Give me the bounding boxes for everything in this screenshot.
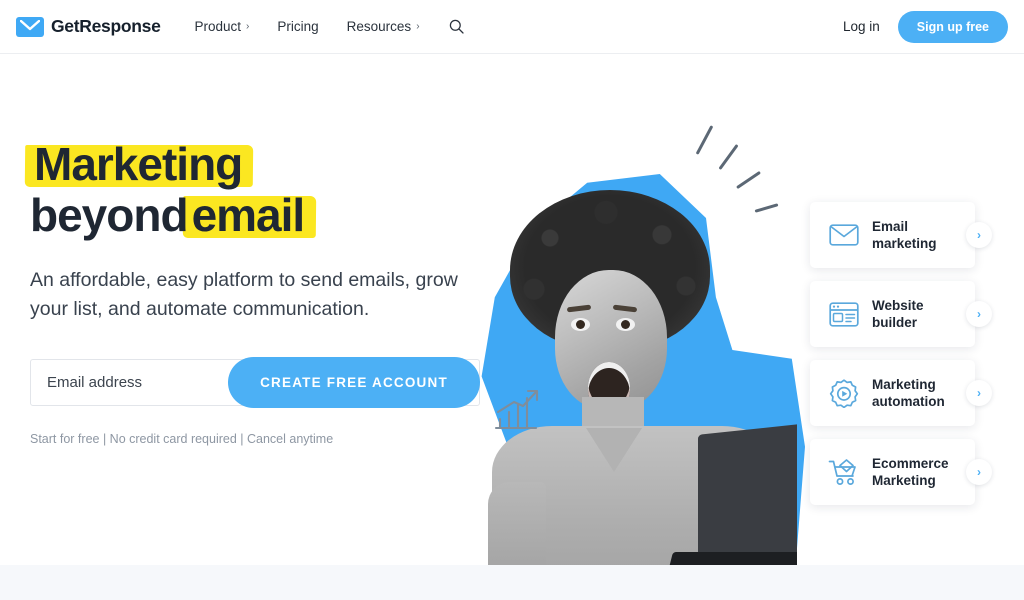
nav-label: Resources xyxy=(346,19,412,34)
feature-card-marketing-automation[interactable]: Marketing automation › xyxy=(810,360,992,426)
site-header: GetResponse Product › Pricing Resources … xyxy=(0,0,1024,54)
chevron-right-icon: › xyxy=(246,20,250,32)
nav-label: Product xyxy=(194,19,242,34)
feature-card-label: Ecommerce Marketing xyxy=(872,456,949,488)
chevron-right-icon[interactable]: › xyxy=(966,222,992,248)
landing-page: GetResponse Product › Pricing Resources … xyxy=(0,0,1024,600)
chevron-right-icon[interactable]: › xyxy=(966,301,992,327)
nav-item-product[interactable]: Product › xyxy=(181,13,264,40)
hero-subheadline: An affordable, easy platform to send ema… xyxy=(30,269,458,321)
speed-line-1 xyxy=(695,125,714,155)
headline-line-2: beyondemail xyxy=(30,188,500,241)
search-icon[interactable] xyxy=(442,12,472,42)
signup-fineprint: Start for free | No credit card required… xyxy=(30,431,334,446)
shopping-cart-icon xyxy=(827,455,861,489)
feature-card-label: Email marketing xyxy=(872,219,937,251)
speed-line-2 xyxy=(718,143,739,171)
feature-card-ecommerce-marketing[interactable]: Ecommerce Marketing › xyxy=(810,439,992,505)
hero-section: Marketing beyondemail An affordable, eas… xyxy=(0,54,1024,565)
feature-card-website-builder[interactable]: Website builder › xyxy=(810,281,992,347)
laptop-base xyxy=(663,552,797,565)
next-section-band xyxy=(0,565,1024,600)
feature-card-email-marketing[interactable]: Email marketing › xyxy=(810,202,992,268)
envelope-outline-icon xyxy=(827,218,861,252)
login-link[interactable]: Log in xyxy=(843,19,880,34)
header-actions: Log in Sign up free xyxy=(843,10,1008,43)
feature-card-label: Marketing automation xyxy=(872,377,945,409)
laptop-screen xyxy=(698,421,797,565)
bar-chart-growth-icon xyxy=(490,386,544,434)
logo-link[interactable]: GetResponse xyxy=(16,16,161,37)
headline-highlight-email: email xyxy=(188,189,309,241)
headline-word-beyond: beyond xyxy=(30,188,189,241)
primary-nav: Product › Pricing Resources › xyxy=(181,12,472,42)
chevron-right-icon[interactable]: › xyxy=(966,380,992,406)
eye-right xyxy=(616,318,635,331)
nav-item-resources[interactable]: Resources › xyxy=(333,13,434,40)
browser-window-icon xyxy=(827,297,861,331)
smiling-woman-photo xyxy=(482,182,797,565)
gear-play-icon xyxy=(827,376,861,410)
logo-text: GetResponse xyxy=(51,16,161,36)
arm-left xyxy=(488,482,546,565)
signup-form: CREATE FREE ACCOUNT xyxy=(30,356,480,408)
signup-button[interactable]: Sign up free xyxy=(897,10,1008,43)
feature-card-list: Email marketing › Website builder › Mark… xyxy=(776,202,1006,518)
nav-label: Pricing xyxy=(277,19,319,34)
create-free-account-button[interactable]: CREATE FREE ACCOUNT xyxy=(228,356,480,408)
chevron-right-icon: › xyxy=(416,20,420,32)
headline-line-1: Marketing xyxy=(30,139,500,190)
eye-left xyxy=(571,318,590,331)
headline-highlight-marketing: Marketing xyxy=(30,139,246,190)
hero-copy: Marketing beyondemail An affordable, eas… xyxy=(30,139,500,446)
page-title: Marketing beyondemail xyxy=(30,139,500,240)
envelope-icon xyxy=(16,16,44,37)
nav-item-pricing[interactable]: Pricing xyxy=(263,13,332,40)
chevron-right-icon[interactable]: › xyxy=(966,459,992,485)
feature-card-label: Website builder xyxy=(872,298,924,330)
